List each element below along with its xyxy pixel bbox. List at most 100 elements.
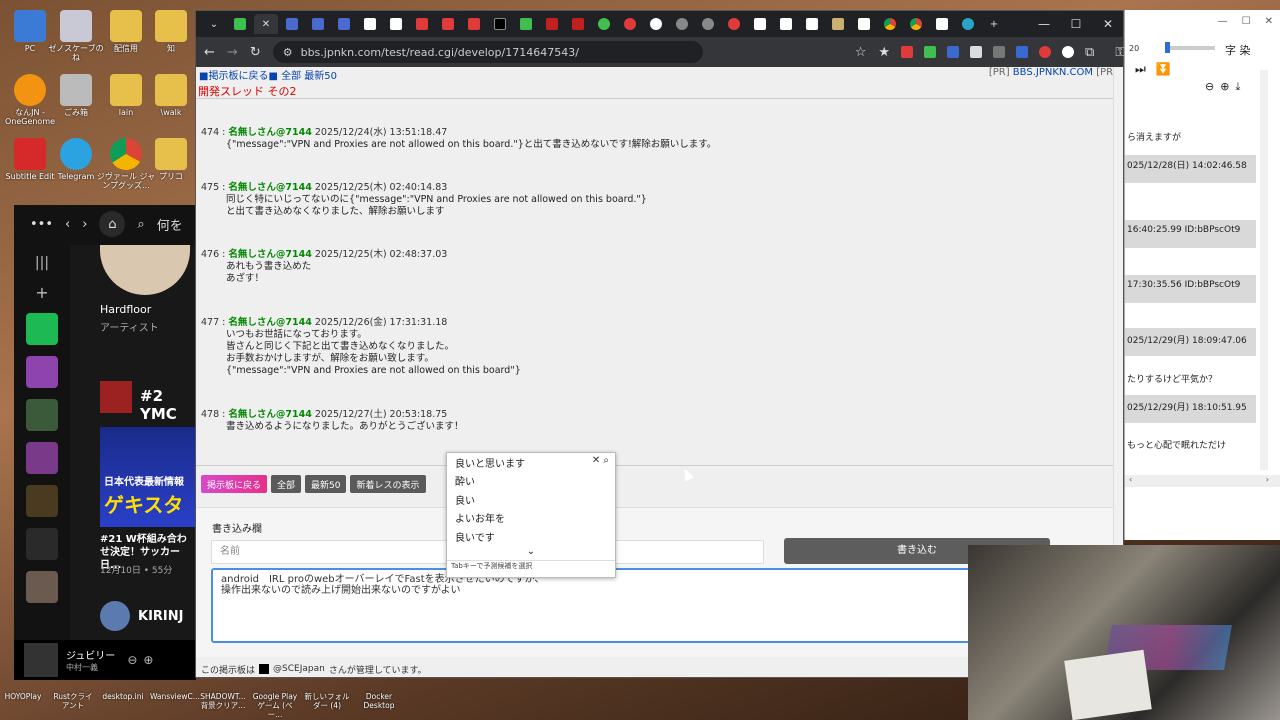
now-playing-artist[interactable]: 中村一義 — [66, 662, 115, 673]
ime-candidate[interactable]: 良いです — [447, 527, 615, 546]
tab[interactable] — [930, 14, 954, 34]
url-field[interactable]: ⚙ bbs.jpnkn.com/test/read.cgi/develop/17… — [272, 41, 703, 63]
extension-icon[interactable] — [970, 46, 983, 58]
post-number[interactable]: 476 — [201, 249, 219, 260]
star-filled-icon[interactable]: ★ — [878, 45, 890, 60]
next-track-icon[interactable]: ⏭ — [1135, 62, 1146, 77]
search-input[interactable]: 何を — [157, 215, 183, 234]
desktop-icon-walk[interactable]: \walk — [146, 72, 196, 136]
tab[interactable] — [592, 14, 616, 34]
tab[interactable] — [618, 14, 642, 34]
tab[interactable] — [306, 14, 330, 34]
playlist-thumb[interactable] — [26, 399, 58, 431]
taskbar-label[interactable]: Google Play ゲーム (ベー... — [252, 692, 298, 719]
now-playing-art[interactable] — [24, 643, 58, 677]
tab[interactable] — [956, 14, 980, 34]
horizontal-scrollbar[interactable]: ‹ › — [1125, 475, 1280, 487]
tab[interactable] — [670, 14, 694, 34]
extension-icon[interactable] — [1016, 46, 1029, 58]
post-number[interactable]: 474 — [201, 127, 219, 138]
top-nav-links[interactable]: ■掲示板に戻る■ 全部 最新50 — [199, 67, 337, 83]
tab[interactable] — [358, 14, 382, 34]
message-textarea[interactable]: android IRL proのwebオーバーレイでFastを表示させたいのです… — [211, 568, 971, 643]
extension-icon[interactable] — [1062, 46, 1075, 58]
back-to-board-button[interactable]: 掲示板に戻る — [201, 475, 268, 493]
item-title[interactable]: #2 YMC — [140, 387, 196, 423]
back-icon[interactable]: ‹ — [65, 217, 70, 232]
post-number[interactable]: 478 — [201, 409, 219, 420]
tab[interactable] — [878, 14, 902, 34]
playlist-thumb[interactable] — [26, 442, 58, 474]
extension-icon[interactable] — [924, 46, 937, 58]
latest50-button[interactable]: 最新50 — [305, 475, 347, 493]
artist-name[interactable]: Hardfloor — [100, 303, 151, 316]
minimize-icon[interactable]: — — [1029, 17, 1059, 31]
post-number[interactable]: 475 — [201, 182, 219, 193]
tab-favicon[interactable] — [228, 14, 252, 34]
minimize-icon[interactable]: — — [1218, 16, 1228, 38]
tab-list-chevron-icon[interactable]: ⌄ — [202, 14, 226, 34]
download-icon[interactable]: ⤓ — [1235, 80, 1240, 94]
kirin-label[interactable]: KIRINJ — [138, 609, 183, 624]
tab[interactable] — [904, 14, 928, 34]
podcast-banner[interactable]: 日本代表最新情報 ゲキスタ — [100, 427, 196, 527]
tab[interactable] — [280, 14, 304, 34]
tab[interactable] — [644, 14, 668, 34]
zoom-out-icon[interactable]: ⊖ — [1205, 80, 1214, 94]
playlist-thumb[interactable] — [26, 528, 58, 560]
skip-down-icon[interactable]: ⏬ — [1156, 62, 1171, 77]
taskbar-label[interactable]: Rustクライアント — [50, 692, 96, 710]
tab[interactable] — [514, 14, 538, 34]
bookmark-icon[interactable] — [26, 313, 58, 345]
tab[interactable] — [696, 14, 720, 34]
ime-candidate[interactable]: よいお年を — [447, 509, 615, 528]
bookmark-star-icon[interactable]: ☆ — [855, 45, 867, 60]
remove-icon[interactable]: ⊖ — [127, 653, 137, 667]
tab[interactable] — [436, 14, 460, 34]
tab[interactable] — [540, 14, 564, 34]
taskbar-label[interactable]: HOYOPlay — [0, 692, 46, 701]
more-icon[interactable]: ••• — [30, 217, 53, 232]
puzzle-icon[interactable]: ⧉ — [1085, 45, 1094, 60]
tab[interactable] — [384, 14, 408, 34]
taskbar-label[interactable]: desktop.ini — [100, 692, 146, 701]
zoom-slider[interactable] — [1165, 42, 1215, 53]
taskbar-label[interactable]: Docker Desktop — [356, 692, 402, 710]
tab[interactable] — [488, 14, 512, 34]
playlist-thumb[interactable] — [26, 485, 58, 517]
desktop-icon-chi[interactable]: 知 — [146, 8, 196, 72]
liked-songs-icon[interactable] — [26, 356, 58, 388]
extension-icon[interactable] — [947, 46, 960, 58]
album-thumb[interactable] — [100, 381, 132, 413]
maximize-icon[interactable]: ☐ — [1061, 17, 1091, 31]
library-icon[interactable]: ||| — [14, 255, 70, 271]
tab[interactable] — [748, 14, 772, 34]
zoom-slider-thumb[interactable] — [1165, 42, 1170, 53]
ime-candidate[interactable]: 酔い — [447, 472, 615, 491]
tab[interactable] — [852, 14, 876, 34]
tab-active-close-icon[interactable]: ✕ — [254, 14, 278, 34]
tab[interactable] — [410, 14, 434, 34]
back-icon[interactable]: ← — [204, 45, 215, 60]
search-icon[interactable]: ⌕ — [603, 455, 609, 466]
url-text[interactable]: bbs.jpnkn.com/test/read.cgi/develop/1714… — [301, 46, 579, 59]
forward-icon[interactable]: › — [82, 217, 87, 232]
tab[interactable] — [774, 14, 798, 34]
extension-icon[interactable] — [1039, 46, 1052, 58]
post-number[interactable]: 477 — [201, 317, 219, 328]
site-info-icon[interactable]: ⚙ — [283, 46, 293, 59]
taskbar-label[interactable]: 新しいフォルダー (4) — [304, 692, 350, 710]
tab[interactable] — [332, 14, 356, 34]
add-circle-icon[interactable]: ⊕ — [143, 653, 153, 667]
forward-icon[interactable]: → — [227, 45, 238, 60]
zoom-in-icon[interactable]: ⊕ — [1220, 80, 1229, 94]
now-playing-title[interactable]: ジュビリー — [66, 647, 115, 662]
reload-icon[interactable]: ↻ — [250, 45, 261, 60]
artist-image[interactable] — [100, 245, 190, 295]
tab[interactable] — [462, 14, 486, 34]
site-link[interactable]: BBS.JPNKN.COM — [1013, 67, 1093, 78]
maximize-icon[interactable]: ☐ — [1242, 16, 1251, 38]
all-posts-button[interactable]: 全部 — [271, 475, 302, 493]
footer-handle[interactable]: @SCEJapan — [273, 664, 325, 674]
new-tab-icon[interactable]: + — [982, 14, 1006, 34]
